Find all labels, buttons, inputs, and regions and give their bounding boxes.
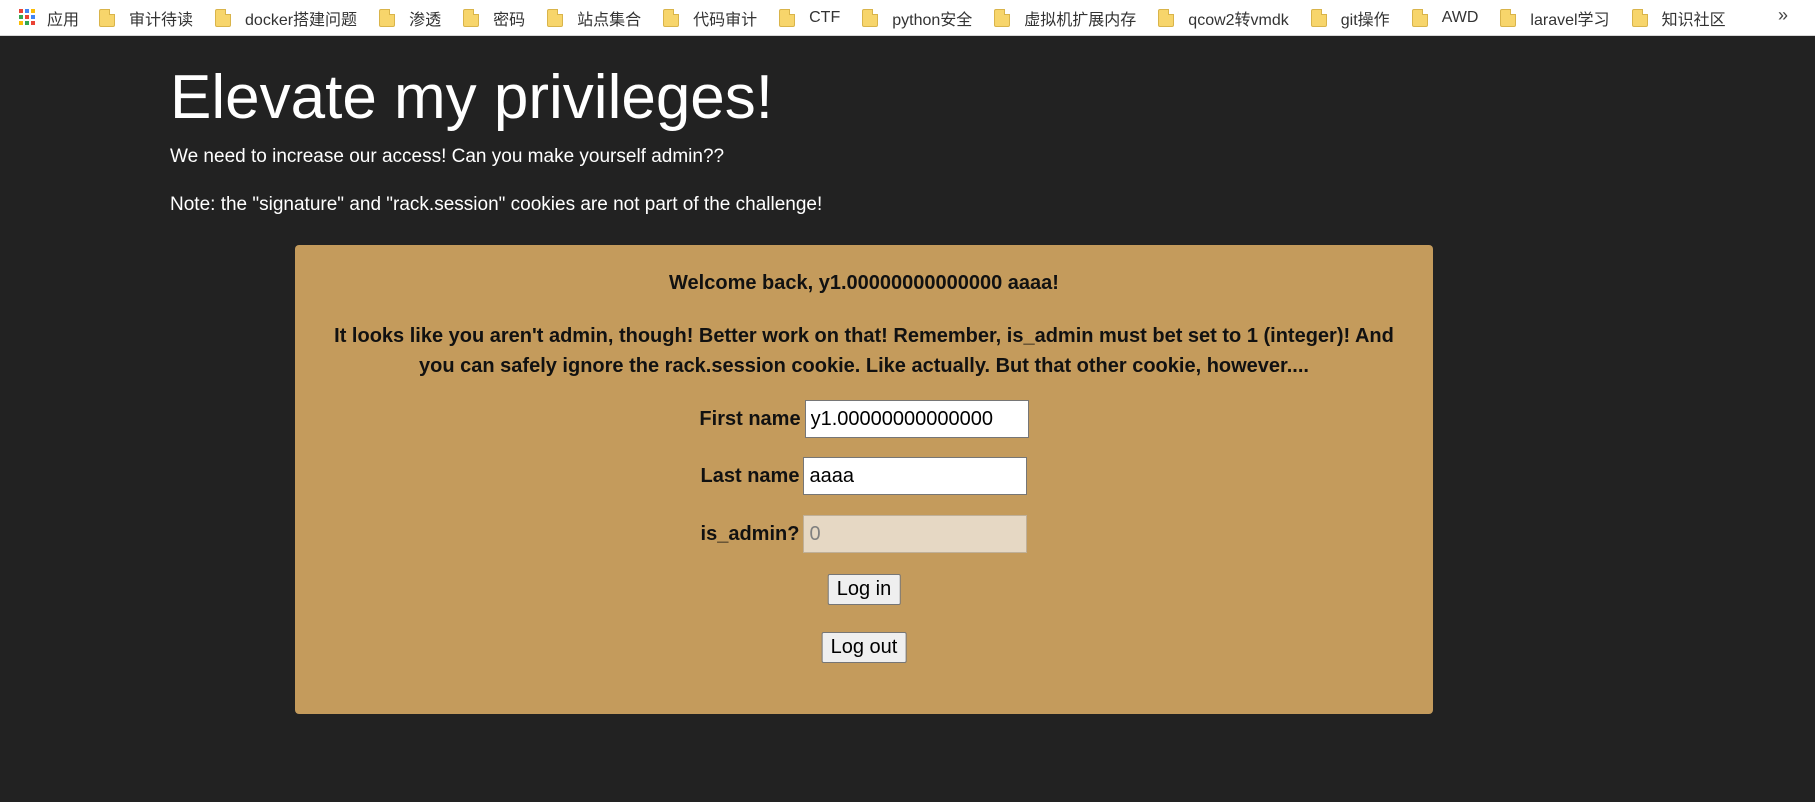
bookmark-label: 知识社区 <box>1661 11 1726 29</box>
folder-icon <box>1631 8 1648 27</box>
folder-icon <box>1500 8 1517 27</box>
bookmark-folder[interactable]: CTF <box>779 8 841 27</box>
bookmark-label: python安全 <box>892 11 973 29</box>
login-button[interactable]: Log in <box>827 574 901 605</box>
apps-label: 应用 <box>47 11 80 29</box>
bookmark-folder[interactable]: AWD <box>1411 8 1479 27</box>
last-name-input[interactable] <box>803 457 1028 495</box>
last-name-row: Last name <box>295 457 1433 495</box>
login-panel: Welcome back, y1.00000000000000 aaaa! It… <box>295 245 1433 714</box>
cookie-note: Note: the "signature" and "rack.session"… <box>170 194 823 215</box>
bookmark-folder[interactable]: 审计待读 <box>99 6 193 30</box>
bookmark-label: 审计待读 <box>129 11 194 29</box>
folder-icon <box>547 8 564 27</box>
bookmark-label: docker搭建问题 <box>245 11 358 29</box>
bookmark-label: laravel学习 <box>1530 11 1610 29</box>
admin-hint: It looks like you aren't admin, though! … <box>334 325 1394 377</box>
folder-icon <box>379 8 396 27</box>
bookmark-label: 代码审计 <box>693 11 758 29</box>
bookmark-folder[interactable]: 站点集合 <box>547 6 641 30</box>
bookmark-label: 渗透 <box>409 11 442 29</box>
bookmark-folder[interactable]: 渗透 <box>379 6 441 30</box>
apps-shortcut[interactable]: 应用 <box>19 6 79 30</box>
folder-icon <box>463 8 480 27</box>
bookmark-folder[interactable]: python安全 <box>862 6 972 30</box>
folder-icon <box>663 8 680 27</box>
page-title: Elevate my privileges! <box>170 63 774 132</box>
bookmark-folder[interactable]: 代码审计 <box>663 6 757 30</box>
first-name-row: First name <box>295 400 1433 438</box>
bookmark-label: CTF <box>809 8 841 26</box>
welcome-message: Welcome back, y1.00000000000000 aaaa! <box>669 272 1059 294</box>
bookmark-folder[interactable]: docker搭建问题 <box>215 6 357 30</box>
folder-icon <box>99 8 116 27</box>
more-bookmarks-icon[interactable]: » <box>1778 5 1788 26</box>
bookmarks-bar: 应用 审计待读 docker搭建问题 渗透 密码 站点集合 代码审计 CTF p… <box>0 0 1815 36</box>
last-name-label: Last name <box>700 464 800 487</box>
bookmark-folder[interactable]: git操作 <box>1310 6 1390 30</box>
bookmark-label: 虚拟机扩展内存 <box>1024 11 1137 29</box>
bookmark-folder[interactable]: 知识社区 <box>1631 6 1726 30</box>
is-admin-input <box>803 515 1028 553</box>
bookmark-label: qcow2转vmdk <box>1188 11 1289 29</box>
bookmark-label: git操作 <box>1340 11 1390 29</box>
folder-icon <box>994 8 1011 27</box>
is-admin-label: is_admin? <box>700 522 800 545</box>
folder-icon <box>1310 8 1327 27</box>
apps-grid-icon <box>19 9 36 26</box>
bookmark-folder[interactable]: 虚拟机扩展内存 <box>994 6 1136 30</box>
bookmark-folder[interactable]: 密码 <box>463 6 525 30</box>
folder-icon <box>215 8 232 27</box>
logout-button[interactable]: Log out <box>821 632 907 663</box>
folder-icon <box>862 8 879 27</box>
is-admin-row: is_admin? <box>295 515 1433 553</box>
bookmark-label: AWD <box>1441 8 1479 26</box>
bookmark-label: 密码 <box>493 11 526 29</box>
folder-icon <box>1158 8 1175 27</box>
folder-icon <box>1411 8 1428 27</box>
intro-text: We need to increase our access! Can you … <box>170 146 725 167</box>
first-name-input[interactable] <box>804 400 1029 438</box>
first-name-label: First name <box>699 407 801 430</box>
bookmark-folder[interactable]: laravel学习 <box>1500 6 1610 30</box>
bookmark-label: 站点集合 <box>577 11 642 29</box>
folder-icon <box>779 8 796 27</box>
bookmark-folder[interactable]: qcow2转vmdk <box>1158 6 1289 30</box>
